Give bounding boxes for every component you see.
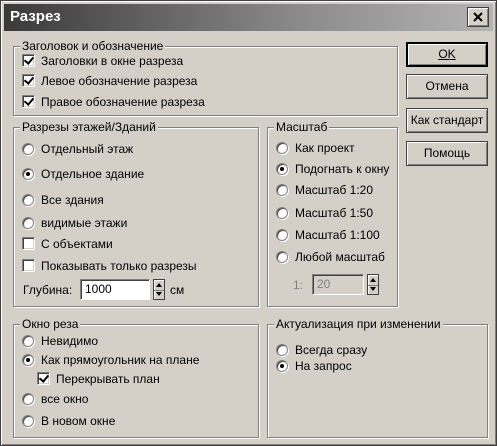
- checkbox-label: Заголовки в окне разреза: [41, 54, 184, 68]
- arrow-up-icon: [370, 278, 376, 282]
- group-title: Заголовок и обозначение: [20, 39, 166, 53]
- title-bar[interactable]: Разрез: [4, 4, 493, 31]
- checkbox-label: Перекрывать план: [56, 372, 160, 386]
- radio-label: В новом окне: [41, 414, 116, 428]
- radio[interactable]: [276, 229, 288, 241]
- window-title: Разрез: [10, 8, 61, 25]
- radio[interactable]: [22, 143, 34, 155]
- radio[interactable]: [276, 344, 288, 356]
- checkbox[interactable]: [22, 54, 35, 67]
- radio-label: Любой масштаб: [295, 250, 385, 264]
- spin-up-button[interactable]: [154, 281, 164, 290]
- checkbox-label: Левое обозначение разреза: [41, 74, 198, 88]
- radio[interactable]: [22, 168, 34, 180]
- spin-up-button[interactable]: [368, 276, 378, 285]
- heading-designation-group: Заголовок и обозначение Заголовки в окне…: [13, 39, 398, 116]
- radio[interactable]: [22, 393, 34, 405]
- radio-label: Все здания: [41, 193, 104, 207]
- cancel-button[interactable]: Отмена: [406, 74, 488, 99]
- custom-scale-input[interactable]: 20: [312, 274, 364, 295]
- cut-window-group: Окно реза Невидимо Как прямоугольник на …: [13, 317, 259, 438]
- radio[interactable]: [276, 207, 288, 219]
- arrow-up-icon: [156, 283, 162, 287]
- radio-label: Подогнать к окну: [295, 162, 390, 176]
- radio-label: Масштаб 1:50: [295, 206, 374, 220]
- arrow-down-icon: [156, 292, 162, 296]
- cancel-button-label: Отмена: [425, 79, 469, 93]
- ok-button-label: OK: [438, 47, 456, 61]
- radio[interactable]: [276, 251, 288, 263]
- checkbox[interactable]: [22, 74, 35, 87]
- radio-label: все окно: [41, 392, 89, 406]
- arrow-down-icon: [370, 287, 376, 291]
- depth-input[interactable]: 1000: [80, 279, 150, 300]
- depth-spinner[interactable]: [153, 279, 165, 300]
- radio[interactable]: [276, 142, 288, 154]
- as-default-button-label: Как стандарт: [410, 113, 484, 127]
- help-button[interactable]: Помощь: [406, 141, 488, 166]
- radio-label: На запрос: [295, 359, 352, 373]
- radio[interactable]: [276, 184, 288, 196]
- checkbox-label: С объектами: [41, 237, 113, 251]
- checkbox-label: Правое обозначение разреза: [41, 95, 205, 109]
- custom-scale-spinner[interactable]: [367, 274, 379, 295]
- checkbox[interactable]: [37, 372, 50, 385]
- close-button[interactable]: [467, 7, 489, 27]
- radio-label: Как проект: [295, 141, 355, 155]
- help-button-label: Помощь: [423, 146, 471, 160]
- group-title: Масштаб: [274, 120, 330, 134]
- radio-label: Отдельное здание: [41, 167, 145, 181]
- spin-down-button[interactable]: [154, 290, 164, 299]
- spin-down-button[interactable]: [368, 285, 378, 294]
- depth-label: Глубина:: [23, 283, 73, 297]
- custom-scale-label: 1:: [293, 278, 304, 292]
- radio[interactable]: [22, 217, 34, 229]
- radio-label: Отдельный этаж: [41, 142, 134, 156]
- group-title: Разрезы этажей/Зданий: [20, 120, 158, 134]
- checkbox[interactable]: [22, 95, 35, 108]
- radio-label: Невидимо: [41, 334, 99, 348]
- radio[interactable]: [276, 163, 288, 175]
- radio-label: Как прямоугольник на плане: [41, 353, 200, 367]
- radio-label: Масштаб 1:20: [295, 183, 374, 197]
- radio[interactable]: [22, 354, 34, 366]
- radio-label: Масштаб 1:100: [295, 228, 380, 242]
- group-title: Окно реза: [20, 317, 81, 331]
- group-title: Актуализация при изменении: [274, 317, 443, 331]
- radio-label: видимые этажи: [41, 216, 128, 230]
- radio-label: Всегда сразу: [295, 343, 368, 357]
- update-on-change-group: Актуализация при изменении Всегда сразу …: [267, 317, 488, 438]
- as-default-button[interactable]: Как стандарт: [406, 108, 488, 133]
- radio[interactable]: [276, 360, 288, 372]
- radio[interactable]: [22, 335, 34, 347]
- depth-unit: см: [170, 283, 185, 297]
- floors-buildings-group: Разрезы этажей/Зданий Отдельный этаж Отд…: [13, 120, 259, 307]
- radio[interactable]: [22, 415, 34, 427]
- section-dialog: Разрез Заголовок и обозначение Заголовки…: [0, 0, 497, 446]
- checkbox[interactable]: [22, 259, 35, 272]
- ok-button[interactable]: OK: [406, 42, 488, 67]
- checkbox[interactable]: [22, 237, 35, 250]
- checkbox-label: Показывать только разрезы: [41, 259, 197, 273]
- scale-group: Масштаб Как проект Подогнать к окну Масш…: [267, 120, 398, 307]
- close-icon: [473, 12, 483, 22]
- radio[interactable]: [22, 194, 34, 206]
